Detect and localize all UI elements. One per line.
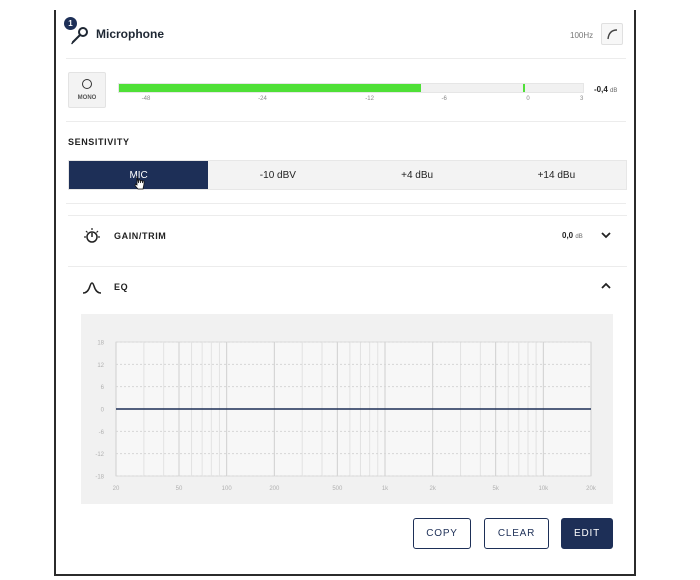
eq-section-header[interactable]: EQ: [68, 266, 627, 306]
eq-x-tick-label: 5k: [493, 486, 500, 492]
level-meter-value: -0,4 dB: [594, 85, 618, 94]
channel-panel: 1 Microphone 100Hz MONO -48 -24 -12 -6 0 3 -0…: [54, 10, 636, 576]
meter-scale-label: -6: [441, 96, 447, 102]
mono-button[interactable]: MONO: [68, 72, 106, 108]
eq-graph-svg: 18 12 6 0 -6 -12 -18 20 50 100 200 500 1k 2k 5k 10k 20k: [95, 341, 597, 493]
copy-button[interactable]: COPY: [413, 518, 471, 549]
gain-knob-icon: [84, 228, 100, 243]
level-meter-fill: [119, 84, 421, 92]
eq-y-tick-label: -6: [99, 430, 105, 436]
eq-x-tick-label: 100: [222, 486, 233, 492]
level-meter: [118, 83, 584, 93]
eq-x-tick-label: 10k: [538, 486, 549, 492]
bell-curve-icon: [82, 282, 102, 294]
meter-scale-label: -48: [141, 96, 151, 102]
gain-trim-title: GAIN/TRIM: [114, 231, 167, 241]
clear-button[interactable]: CLEAR: [484, 518, 549, 549]
meter-divider: [66, 121, 626, 122]
chevron-up-icon[interactable]: [601, 282, 611, 290]
microphone-icon: [71, 27, 88, 45]
chevron-down-icon[interactable]: [601, 231, 611, 239]
meter-scale-label: -12: [365, 96, 374, 102]
sensitivity-selector: MIC -10 dBV +4 dBu +14 dBu: [68, 160, 627, 190]
header-divider: [66, 58, 626, 59]
gain-trim-value: 0,0 dB: [562, 231, 583, 240]
level-meter-scale: -48 -24 -12 -6 0 3: [118, 96, 584, 104]
high-pass-filter-icon: [607, 29, 618, 40]
eq-y-tick-label: 18: [97, 341, 104, 347]
eq-x-tick-label: 200: [269, 486, 280, 492]
eq-y-tick-label: 12: [97, 363, 104, 369]
mono-label: MONO: [77, 95, 97, 101]
eq-x-tick-label: 20: [113, 486, 120, 492]
meter-scale-label: 0: [526, 96, 530, 102]
eq-y-tick-label: -18: [95, 475, 104, 481]
eq-x-tick-label: 1k: [382, 486, 389, 492]
sensitivity-option-plus14dbu[interactable]: +14 dBu: [487, 161, 626, 189]
eq-y-tick-label: 6: [101, 385, 105, 391]
sensitivity-option-minus10dbv[interactable]: -10 dBV: [208, 161, 347, 189]
eq-graph[interactable]: 18 12 6 0 -6 -12 -18 20 50 100 200 500 1k 2k 5k 10k 20k: [81, 314, 613, 504]
eq-x-tick-label: 50: [176, 486, 183, 492]
filter-frequency-label: 100Hz: [570, 31, 594, 40]
eq-y-tick-label: -12: [95, 452, 104, 458]
eq-title: EQ: [114, 282, 129, 292]
mouse-cursor-icon: [134, 175, 145, 190]
level-meter-peak: [523, 84, 526, 92]
edit-button[interactable]: EDIT: [561, 518, 613, 549]
sensitivity-option-plus4dbu[interactable]: +4 dBu: [348, 161, 487, 189]
eq-x-tick-label: 20k: [586, 486, 597, 492]
meter-scale-label: -24: [258, 96, 267, 102]
eq-x-tick-label: 500: [332, 486, 343, 492]
sensitivity-label: SENSITIVITY: [68, 137, 130, 147]
eq-y-tick-label: 0: [101, 408, 105, 414]
mono-circle-icon: [82, 79, 92, 89]
high-pass-filter-button[interactable]: [601, 23, 623, 45]
eq-x-tick-label: 2k: [429, 486, 436, 492]
channel-title: Microphone: [96, 27, 164, 41]
meter-scale-label: 3: [579, 96, 584, 102]
sensitivity-divider: [66, 203, 626, 204]
gain-trim-section[interactable]: GAIN/TRIM 0,0 dB: [68, 215, 627, 255]
